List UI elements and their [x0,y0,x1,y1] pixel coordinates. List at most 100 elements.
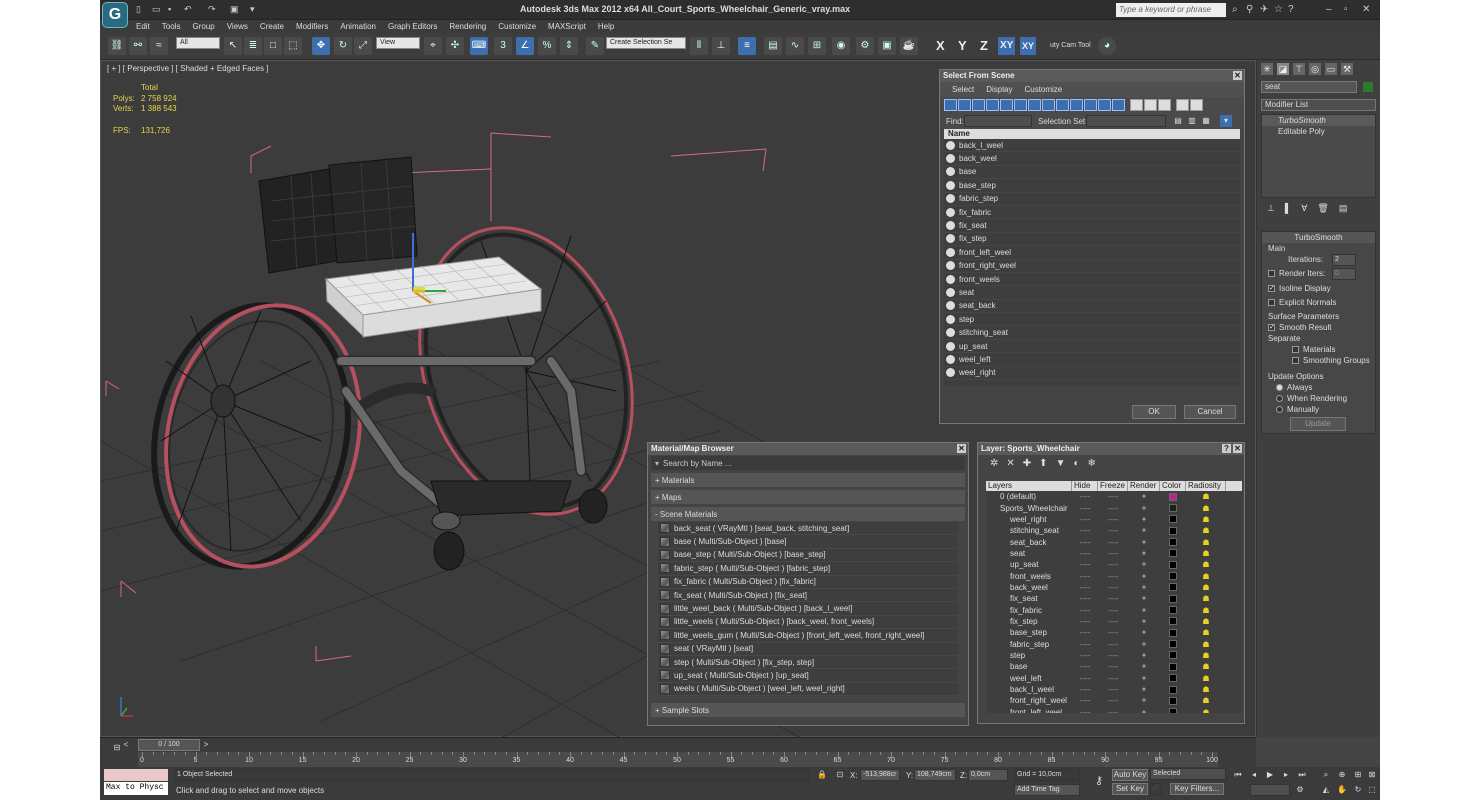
layer-color-swatch[interactable] [1169,515,1177,524]
layer-hide-toggle[interactable]: ---- [1072,628,1098,637]
select-all-icon[interactable] [1130,99,1143,111]
turbosmooth-rollout-title[interactable]: TurboSmooth [1262,232,1375,243]
layer-freeze-toggle[interactable]: ---- [1098,628,1128,637]
layer-freeze-toggle[interactable]: ---- [1098,594,1128,603]
layer-freeze-toggle[interactable]: ---- [1098,662,1128,671]
menu-group[interactable]: Group [192,21,214,33]
absolute-mode-icon[interactable]: ⊡ [834,769,846,781]
undo-icon[interactable]: ↶ [184,4,194,14]
layer-name[interactable]: front_weels [986,572,1072,581]
scene-material-row[interactable]: weels ( Multi/Sub-Object ) [weel_left, w… [658,682,958,697]
radiosity-icon[interactable]: ☗ [1186,696,1226,705]
delete-layer-icon[interactable]: ✕ [1006,458,1014,469]
communication-icon[interactable]: ✈ [1260,4,1268,15]
scene-object-row[interactable]: fix_fabric [944,206,1240,220]
layer-row[interactable]: base ---- ---- ✦ ☗ [986,661,1242,672]
menu-animation[interactable]: Animation [340,21,376,33]
layer-name[interactable]: base [986,662,1072,671]
motion-tab-icon[interactable]: ◎ [1309,63,1321,75]
layer-freeze-toggle[interactable]: ---- [1098,674,1128,683]
scene-material-row[interactable]: little_weels ( Multi/Sub-Object ) [back_… [658,615,958,630]
next-key-icon[interactable]: ▸ [1280,769,1292,781]
layer-row[interactable]: 0 (default) ---- ---- ✦ ☗ [986,491,1242,502]
menu-maxscript[interactable]: MAXScript [548,21,586,33]
layer-render-icon[interactable]: ✦ [1128,628,1160,637]
layer-freeze-toggle[interactable]: ---- [1098,492,1128,501]
layer-manager-icon[interactable]: ≡ [738,37,756,55]
material-search-input[interactable]: Search by Name ... [663,459,731,468]
scene-object-row[interactable]: fix_step [944,233,1240,247]
scene-material-row[interactable]: base_step ( Multi/Sub-Object ) [base_ste… [658,548,958,563]
maximize-viewport-icon[interactable]: ⬚ [1366,784,1378,796]
layer-name[interactable]: up_seat [986,560,1072,569]
scene-object-row[interactable]: front_weels [944,273,1240,287]
layer-render-icon[interactable]: ✦ [1128,696,1160,705]
layer-hide-toggle[interactable]: ---- [1072,594,1098,603]
layer-row[interactable]: stitching_seat ---- ---- ✦ ☗ [986,525,1242,536]
open-file-icon[interactable]: ▭ [152,4,162,14]
select-invert-icon[interactable] [1158,99,1171,111]
layer-hide-toggle[interactable]: ---- [1072,583,1098,592]
layer-name[interactable]: fix_fabric [986,606,1072,615]
radiosity-icon[interactable]: ☗ [1186,538,1226,547]
layer-freeze-toggle[interactable]: ---- [1098,526,1128,535]
layer-row[interactable]: fabric_step ---- ---- ✦ ☗ [986,638,1242,649]
rendered-frame-window-icon[interactable]: ▣ [878,37,896,55]
layer-color-swatch[interactable] [1169,583,1177,592]
quick-access-dropdown-icon[interactable]: ▾ [250,4,260,14]
menu-customize[interactable]: Customize [498,21,536,33]
reference-coord-dropdown[interactable]: View [376,37,420,49]
named-selection-set-dropdown[interactable]: Create Selection Se [606,37,686,49]
scene-material-row[interactable]: seat ( VRayMtl ) [seat] [658,642,958,656]
pan-view-icon[interactable]: ✋ [1336,784,1348,796]
layer-render-icon[interactable]: ✦ [1128,674,1160,683]
hierarchy-tab-icon[interactable]: ⊤ [1293,63,1305,75]
section-scene-materials[interactable]: - Scene Materials [651,507,965,522]
layer-row[interactable]: step ---- ---- ✦ ☗ [986,650,1242,661]
close-icon[interactable]: ✕ [1233,444,1242,453]
layer-freeze-toggle[interactable]: ---- [1098,572,1128,581]
selection-filter-dropdown[interactable]: All [176,37,220,49]
layer-name[interactable]: seat [986,549,1072,558]
scene-material-row[interactable]: fix_seat ( Multi/Sub-Object ) [fix_seat] [658,588,958,603]
layer-color-swatch[interactable] [1169,685,1177,694]
layer-name[interactable]: 0 (default) [986,492,1072,501]
layer-freeze-toggle[interactable]: ---- [1098,538,1128,547]
layer-freeze-toggle[interactable]: ---- [1098,651,1128,660]
modify-tab-icon[interactable]: ◪ [1277,63,1289,75]
col-layers[interactable]: Layers [986,481,1072,491]
layer-freeze-toggle[interactable]: ---- [1098,696,1128,705]
scene-object-row[interactable]: back_l_weel [944,139,1240,153]
radiosity-icon[interactable]: ☗ [1186,617,1226,626]
radiosity-icon[interactable]: ☗ [1186,651,1226,660]
layer-hide-toggle[interactable]: ---- [1072,549,1098,558]
menu-views[interactable]: Views [227,21,248,33]
layer-render-icon[interactable]: ✦ [1128,572,1160,581]
col-freeze[interactable]: Freeze [1098,481,1128,491]
layer-render-icon[interactable]: ✦ [1128,560,1160,569]
layer-hide-toggle[interactable]: ---- [1072,708,1098,713]
spinner-snap-icon[interactable]: ⇕ [560,37,578,55]
radiosity-icon[interactable]: ☗ [1186,492,1226,501]
radiosity-icon[interactable]: ☗ [1186,606,1226,615]
object-color-swatch[interactable] [1363,81,1374,92]
cam-tool-icon[interactable]: ◕ [1098,37,1116,55]
zoom-icon[interactable]: ⌕ [1320,769,1332,781]
layer-hide-toggle[interactable]: ---- [1072,696,1098,705]
layer-render-icon[interactable]: ✦ [1128,594,1160,603]
help-icon[interactable]: ? [1222,444,1231,453]
scene-material-row[interactable]: step ( Multi/Sub-Object ) [fix_step, ste… [658,655,958,670]
layer-hide-toggle[interactable]: ---- [1072,492,1098,501]
radiosity-icon[interactable]: ☗ [1186,708,1226,713]
layer-color-swatch[interactable] [1169,640,1177,649]
scene-material-row[interactable]: little_weel_back ( Multi/Sub-Object ) [b… [658,602,958,616]
layer-color-swatch[interactable] [1169,696,1177,705]
remove-modifier-icon[interactable]: 🗑 [1317,203,1328,215]
filter-helpers-icon[interactable] [1000,99,1013,111]
layer-name[interactable]: weel_right [986,515,1072,524]
update-button[interactable]: Update [1290,417,1346,431]
explicit-normals-checkbox[interactable] [1268,299,1275,307]
filter-all-icon[interactable] [1112,99,1125,111]
render-iters-checkbox[interactable] [1268,270,1275,278]
layer-row[interactable]: back_l_weel ---- ---- ✦ ☗ [986,684,1242,695]
